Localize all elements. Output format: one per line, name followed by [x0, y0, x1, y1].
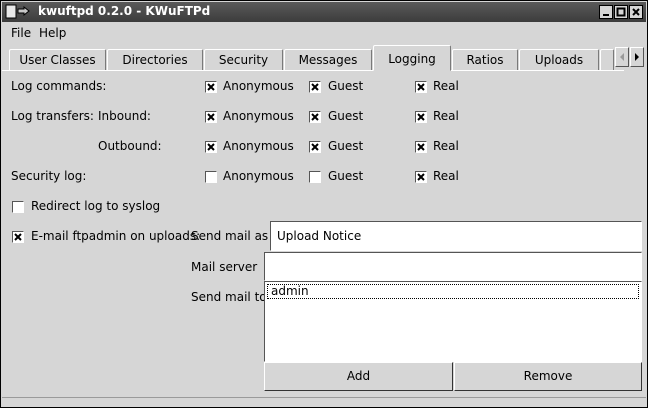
tab-directories[interactable]: Directories [107, 49, 203, 70]
log-commands-label: Log commands: [11, 79, 107, 93]
log-guest-label: Guest [328, 139, 364, 153]
send-mail-as-input[interactable]: Upload Notice [270, 221, 642, 251]
log-anonymous-checkbox[interactable] [205, 81, 217, 93]
menu-help[interactable]: Help [39, 26, 66, 40]
window-title: kwuftpd 0.2.0 - KWuFTPd [38, 4, 211, 18]
log-guest-checkbox[interactable] [309, 111, 321, 123]
inbound-label: Inbound: [98, 109, 151, 123]
checkmark-icon [14, 233, 22, 241]
tab-scroll-right-button[interactable] [630, 47, 644, 67]
log-real-label: Real [433, 139, 459, 153]
log-anonymous-label: Anonymous [223, 79, 294, 93]
tab-uploads[interactable]: Uploads [519, 49, 599, 70]
log-real-checkbox[interactable] [415, 81, 427, 93]
email-admin-label: E-mail ftpadmin on uploads: [31, 229, 201, 243]
maximize-icon [616, 7, 626, 17]
status-divider [2, 397, 646, 398]
app-icon [5, 4, 30, 19]
menu-bar: File Help [2, 23, 646, 43]
log-guest-checkbox[interactable] [309, 171, 321, 183]
checkmark-icon [207, 113, 215, 121]
log-anonymous-checkbox[interactable] [205, 111, 217, 123]
send-mail-to-label: Send mail to: [191, 290, 271, 304]
log-real-checkbox[interactable] [415, 111, 427, 123]
arrow-left-icon [620, 53, 624, 61]
log-guest-label: Guest [328, 109, 364, 123]
log-anonymous-label: Anonymous [223, 109, 294, 123]
log-guest-checkbox[interactable] [309, 141, 321, 153]
remove-button[interactable]: Remove [454, 362, 642, 391]
log-transfers-label: Log transfers: [11, 109, 94, 123]
checkmark-icon [311, 83, 319, 91]
log-real-checkbox[interactable] [415, 141, 427, 153]
close-icon [632, 8, 640, 16]
outbound-label: Outbound: [98, 139, 162, 153]
tab-scroll-left-button[interactable] [615, 47, 629, 67]
list-item[interactable]: admin [267, 284, 639, 299]
mail-server-input[interactable] [264, 252, 642, 281]
log-real-label: Real [433, 169, 459, 183]
security-log-label: Security log: [11, 169, 87, 183]
log-anonymous-checkbox[interactable] [205, 171, 217, 183]
log-real-label: Real [433, 109, 459, 123]
mail-server-label: Mail server [191, 260, 258, 274]
checkmark-icon [417, 83, 425, 91]
log-guest-label: Guest [328, 79, 364, 93]
checkmark-icon [311, 143, 319, 151]
recipient-list[interactable]: admin [264, 281, 642, 362]
log-anonymous-label: Anonymous [223, 169, 294, 183]
tab-bar: User Classes Directories Security Messag… [2, 45, 646, 71]
tab-messages[interactable]: Messages [284, 49, 372, 70]
log-anonymous-label: Anonymous [223, 139, 294, 153]
tab-ratios[interactable]: Ratios [452, 49, 518, 70]
log-anonymous-checkbox[interactable] [205, 141, 217, 153]
tab-underline [2, 70, 624, 71]
tab-user-classes[interactable]: User Classes [9, 49, 106, 70]
tab-security[interactable]: Security [204, 49, 283, 70]
log-guest-label: Guest [328, 169, 364, 183]
arrow-right-icon [635, 53, 639, 61]
log-guest-checkbox[interactable] [309, 81, 321, 93]
checkmark-icon [417, 173, 425, 181]
email-admin-checkbox[interactable] [12, 231, 24, 243]
main-window: kwuftpd 0.2.0 - KWuFTPd File Help User C… [0, 0, 648, 408]
maximize-button[interactable] [614, 5, 628, 19]
log-real-checkbox[interactable] [415, 171, 427, 183]
close-button[interactable] [629, 5, 643, 19]
log-real-label: Real [433, 79, 459, 93]
tab-more[interactable] [600, 49, 614, 70]
syslog-checkbox[interactable] [12, 201, 24, 213]
checkmark-icon [207, 143, 215, 151]
minimize-button[interactable] [599, 5, 613, 19]
checkmark-icon [417, 113, 425, 121]
syslog-label: Redirect log to syslog [31, 199, 161, 213]
title-bar[interactable]: kwuftpd 0.2.0 - KWuFTPd [2, 2, 646, 22]
minimize-icon [603, 14, 609, 16]
send-mail-as-label: Send mail as [191, 229, 269, 243]
tab-logging[interactable]: Logging [373, 45, 451, 71]
checkmark-icon [417, 143, 425, 151]
checkmark-icon [207, 83, 215, 91]
add-button[interactable]: Add [264, 362, 453, 391]
checkmark-icon [311, 113, 319, 121]
menu-file[interactable]: File [11, 26, 31, 40]
